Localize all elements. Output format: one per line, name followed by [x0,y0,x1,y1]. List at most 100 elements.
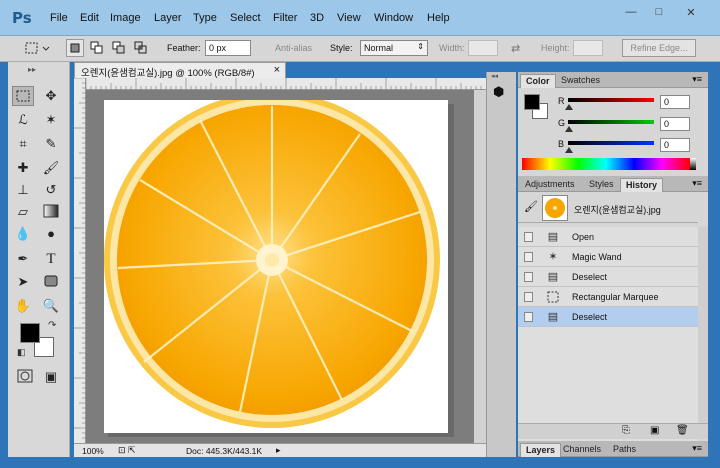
tab-paths[interactable]: Paths [608,443,641,457]
strip-collapse-icon[interactable]: ◂◂ [491,72,498,80]
layers-panel-menu-icon[interactable]: ▾≡ [692,443,702,454]
gradient-tool-icon[interactable] [40,202,62,222]
dodge-tool-icon[interactable]: ● [40,224,62,244]
new-document-from-state-icon[interactable]: ⎘ [622,425,630,436]
zoom-tool-icon[interactable]: 🔍 [40,296,62,316]
history-source-checkbox[interactable] [524,272,533,282]
screen-mode-icon[interactable]: ▣ [40,367,62,387]
magic-wand-tool-icon[interactable]: ✶ [40,110,62,130]
add-selection-button[interactable] [88,39,106,57]
blue-slider-thumb[interactable] [565,147,573,153]
tab-swatches[interactable]: Swatches [556,74,605,88]
history-source-checkbox[interactable] [524,252,533,262]
document-vertical-scrollbar[interactable] [474,90,486,443]
camera-icon[interactable]: ▣ [650,425,659,436]
tab-layers[interactable]: Layers [520,443,562,457]
bw-ramp[interactable] [690,158,696,170]
red-slider[interactable] [568,98,654,102]
swap-colors-icon[interactable]: ↷ [48,320,56,331]
move-tool-icon[interactable]: ✥ [40,86,62,106]
history-panel-menu-icon[interactable]: ▾≡ [692,178,702,189]
history-item-magic-wand[interactable]: ✶ Magic Wand [518,247,698,267]
eraser-tool-icon[interactable]: ▱ [12,202,34,222]
menu-filter[interactable]: Filter [273,12,297,24]
close-window-button[interactable]: ✕ [680,6,702,20]
history-source-checkbox[interactable] [524,292,533,302]
minimize-button[interactable]: — [620,6,642,20]
crop-tool-icon[interactable]: ⌗ [12,134,34,154]
menu-image[interactable]: Image [110,12,141,24]
history-brush-source-icon[interactable]: 🖌 [524,200,538,213]
height-input[interactable] [573,40,603,56]
menu-view[interactable]: View [337,12,361,24]
style-select[interactable]: Normal ⇕ [360,40,428,56]
tab-channels[interactable]: Channels [558,443,606,457]
tab-history[interactable]: History [620,178,664,192]
healing-brush-tool-icon[interactable]: ✚ [12,158,34,178]
subtract-selection-button[interactable] [110,39,128,57]
menu-edit[interactable]: Edit [80,12,99,24]
feather-input[interactable]: 0 px [205,40,251,56]
clone-stamp-tool-icon[interactable]: ⊥ [12,180,34,200]
color-panel-foreground-top[interactable] [524,94,540,110]
history-scrollbar[interactable] [698,227,708,423]
refine-edge-button[interactable]: Refine Edge... [622,39,696,57]
eyedropper-tool-icon[interactable]: ✎ [40,134,62,154]
swap-icon[interactable]: ⇄ [511,42,520,55]
tab-color[interactable]: Color [520,74,556,88]
green-slider-thumb[interactable] [565,126,573,132]
pen-tool-icon[interactable]: ✒ [12,249,34,269]
foreground-color-swatch-top[interactable] [20,323,40,343]
menu-help[interactable]: Help [427,12,450,24]
type-tool-icon[interactable]: T [40,249,62,269]
trash-icon[interactable]: 🗑 [676,425,689,436]
tab-adjustments[interactable]: Adjustments [520,178,580,192]
menu-select[interactable]: Select [230,12,261,24]
default-colors-icon[interactable]: ◧ [17,347,26,358]
tool-preset-picker[interactable] [22,39,52,57]
menu-file[interactable]: File [50,12,68,24]
tab-styles[interactable]: Styles [584,178,619,192]
image-canvas[interactable] [104,92,448,433]
document-tab[interactable]: 오렌지(윤샘컴교실).jpg @ 100% (RGB/8#) × [74,62,286,79]
history-item-deselect-current[interactable]: ▤ Deselect [518,307,698,327]
rectangular-marquee-tool-icon[interactable] [12,86,34,106]
zoom-level[interactable]: 100% [82,446,104,456]
menu-layer[interactable]: Layer [154,12,182,24]
history-snapshot[interactable]: 🖌 오렌지(윤샘컴교실).jpg [518,193,698,223]
color-spectrum-bar[interactable] [522,158,690,170]
red-value-input[interactable]: 0 [660,95,690,109]
intersect-selection-icon [134,41,147,54]
close-document-icon[interactable]: × [274,64,280,76]
color-panel-tabs: Color Swatches ▾≡ [518,72,708,88]
panel-menu-icon[interactable]: ▾≡ [692,74,702,85]
path-selection-tool-icon[interactable]: ➤ [12,272,34,292]
quick-mask-icon[interactable] [14,367,36,387]
history-source-checkbox[interactable] [524,312,533,322]
menu-type[interactable]: Type [193,12,217,24]
blue-value-input[interactable]: 0 [660,138,690,152]
width-input[interactable] [468,40,498,56]
red-slider-thumb[interactable] [565,104,573,110]
brush-tool-icon[interactable]: 🖌 [40,158,62,178]
history-item-rectangular-marquee[interactable]: Rectangular Marquee [518,287,698,307]
green-value-input[interactable]: 0 [660,117,690,131]
intersect-selection-button[interactable] [132,39,150,57]
blue-slider[interactable] [568,141,654,145]
menu-3d[interactable]: 3D [310,12,324,24]
blur-tool-icon[interactable]: 💧 [12,224,34,244]
history-brush-tool-icon[interactable]: ↺ [40,180,62,200]
toolbox-collapse-icon[interactable]: ▸▸ [28,65,36,74]
history-item-open[interactable]: ▤ Open [518,227,698,247]
status-menu-arrow-icon[interactable]: ▸ [276,445,281,456]
new-selection-button[interactable] [66,39,84,57]
rectangle-shape-tool-icon[interactable] [40,272,62,292]
history-source-checkbox[interactable] [524,232,533,242]
menu-window[interactable]: Window [374,12,413,24]
hand-tool-icon[interactable]: ✋ [12,296,34,316]
green-slider[interactable] [568,120,654,124]
lasso-tool-icon[interactable]: ℒ [12,110,34,130]
history-item-deselect[interactable]: ▤ Deselect [518,267,698,287]
maximize-button[interactable]: □ [648,6,670,20]
3d-panel-icon[interactable]: ⬢ [493,84,504,100]
